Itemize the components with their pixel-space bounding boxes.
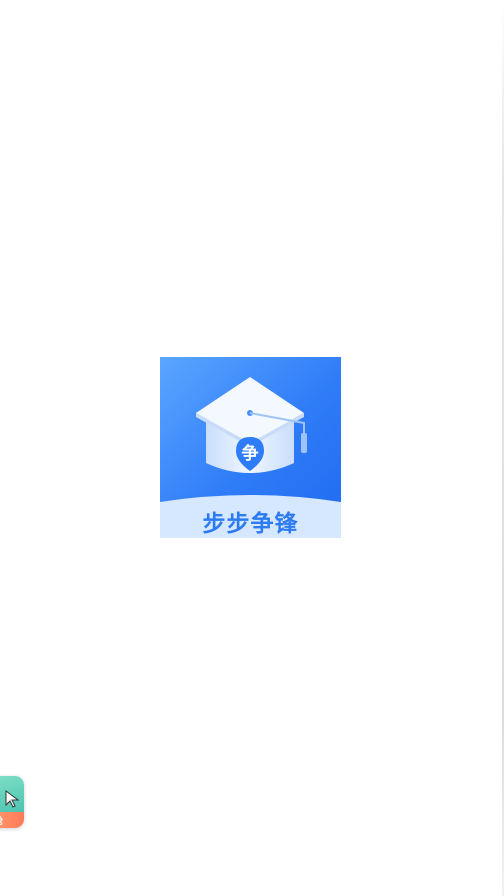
floating-widget-button[interactable]: 抢 [0,776,24,828]
app-name-banner: 步步争锋 [160,494,341,538]
splash-screen: 争 步步争锋 抢 [0,0,504,896]
app-name: 步步争锋 [202,511,299,537]
floating-widget-label: 抢 [0,814,3,827]
app-logo: 争 步步争锋 [160,357,341,538]
cursor-icon [5,790,20,808]
emblem-char: 争 [242,443,259,464]
